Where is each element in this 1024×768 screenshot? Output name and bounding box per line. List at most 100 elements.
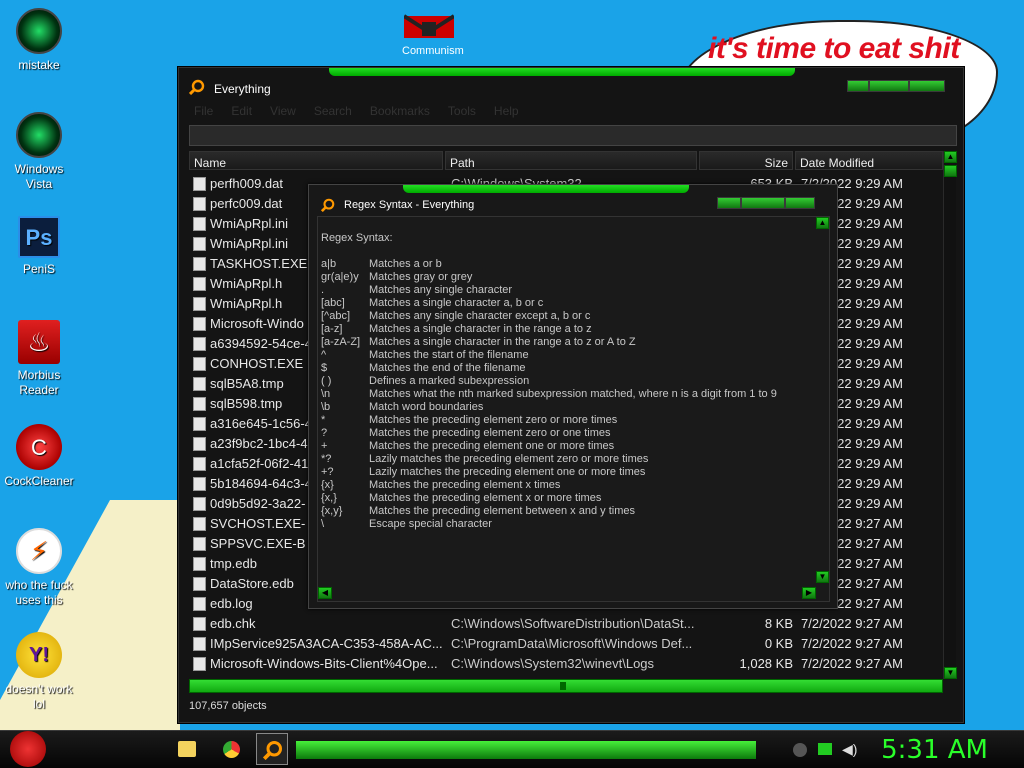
desktop-icon-penis[interactable]: Ps PeniS — [0, 216, 78, 277]
file-icon — [193, 217, 206, 231]
regex-entry: [a-zA-Z] Matches a single character in th… — [321, 336, 777, 349]
file-icon — [193, 517, 206, 531]
regex-entry: a|b Matches a or b — [321, 258, 777, 271]
scroll-down-button[interactable]: ▼ — [944, 667, 957, 679]
everything-taskbar-button[interactable] — [256, 733, 288, 765]
menu-tools[interactable]: Tools — [448, 104, 476, 120]
flag-icon — [402, 14, 456, 38]
dialog-scroll-down-button[interactable]: ▼ — [816, 571, 829, 583]
regex-entry: [^abc] Matches any single character excep… — [321, 310, 777, 323]
regex-token: {x} — [321, 479, 334, 491]
yahoo-messenger-icon: Y! — [16, 632, 62, 678]
desktop-icon-label: Windows Vista — [14, 162, 64, 191]
column-header-size[interactable]: Size — [699, 151, 793, 170]
regex-description: Matches a or b — [369, 258, 442, 270]
regex-entry: gr(a|e)y Matches gray or grey — [321, 271, 777, 284]
file-icon — [193, 657, 206, 671]
desktop-icon-who-uses-this[interactable]: ⚡ who the fuck uses this — [0, 528, 78, 608]
desktop-icon-cockcleaner[interactable]: C CockCleaner — [0, 424, 78, 489]
everything-window[interactable]: Everything File Edit View Search Bookmar… — [178, 67, 964, 723]
desktop-icon-label: mistake — [18, 58, 60, 72]
tray-expand-icon[interactable] — [793, 743, 807, 757]
file-icon — [193, 317, 206, 331]
dialog-minimize-button[interactable] — [717, 197, 741, 209]
file-explorer-icon[interactable] — [178, 741, 196, 757]
regex-entry: {x} Matches the preceding element x times — [321, 479, 777, 492]
regex-entry: \b Match word boundaries — [321, 401, 777, 414]
speech-bubble-text: it's time to eat shit — [708, 32, 960, 65]
dialog-close-button[interactable] — [785, 197, 815, 209]
table-row[interactable]: IMpService925A3ACA-C353-458A-AC... C:\Pro… — [189, 634, 943, 654]
regex-description: Matches a single character in the range … — [369, 336, 636, 348]
table-row[interactable]: Microsoft-Windows-Bits-Client%4Ope... C:\… — [189, 654, 943, 674]
regex-description: Matches the preceding element between x … — [369, 505, 635, 517]
chrome-icon[interactable] — [223, 741, 240, 758]
menu-edit[interactable]: Edit — [231, 104, 252, 120]
taskbar-clock[interactable]: 5:31 AM — [881, 735, 988, 765]
magnifier-icon — [262, 741, 282, 761]
column-header-path[interactable]: Path — [445, 151, 697, 170]
file-icon — [193, 637, 206, 651]
desktop-icon-label: who the fuck uses this — [5, 578, 73, 607]
menu-bookmarks[interactable]: Bookmarks — [370, 104, 430, 120]
menu-search[interactable]: Search — [314, 104, 352, 120]
regex-token: {x,} — [321, 492, 337, 504]
file-icon — [193, 537, 206, 551]
regex-text-area[interactable]: Regex Syntax: a|b Matches a or b gr(a|e)y M… — [317, 216, 830, 602]
regex-token: [a-zA-Z] — [321, 336, 361, 348]
regex-description: Matches a single character in the range … — [369, 323, 592, 335]
file-icon — [193, 557, 206, 571]
file-icon — [193, 297, 206, 311]
regex-token: ^ — [321, 349, 327, 361]
regex-syntax-dialog[interactable]: Regex Syntax - Everything Regex Syntax: … — [308, 184, 838, 609]
regex-entry-list: a|b Matches a or b gr(a|e)y Matches gray or… — [321, 258, 777, 531]
close-button[interactable] — [909, 80, 945, 92]
dialog-scroll-up-button[interactable]: ▲ — [816, 217, 829, 229]
regex-description: Matches what the nth marked subexpressio… — [369, 388, 777, 400]
dialog-maximize-button[interactable] — [741, 197, 785, 209]
desktop-icon-morbius-reader[interactable]: ♨ Morbius Reader — [0, 320, 78, 398]
volume-icon[interactable]: ◀) — [842, 741, 857, 758]
title-bar[interactable]: Everything — [179, 68, 963, 108]
regex-token: + — [321, 440, 328, 452]
regex-token: {x,y} — [321, 505, 343, 517]
scroll-up-button[interactable]: ▲ — [944, 151, 957, 163]
menu-help[interactable]: Help — [494, 104, 519, 120]
file-date: 7/2/2022 9:27 AM — [801, 636, 903, 651]
file-icon — [193, 277, 206, 291]
regex-entry: + Matches the preceding element one or mo… — [321, 440, 777, 453]
vertical-scrollbar[interactable]: ▲ ▼ — [943, 151, 957, 679]
cleaner-icon: C — [16, 424, 62, 470]
regex-description: Defines a marked subexpression — [369, 375, 530, 387]
regex-token: [a-z] — [321, 323, 343, 335]
regex-entry: {x,y} Matches the preceding element betwe… — [321, 505, 777, 518]
network-icon[interactable] — [818, 743, 832, 755]
dialog-scroll-right-button[interactable]: ▶ — [802, 587, 816, 599]
desktop-icon-windows-vista[interactable]: Windows Vista — [0, 112, 78, 192]
horizontal-scrollbar[interactable] — [189, 679, 943, 693]
column-header-date-modified[interactable]: Date Modified — [795, 151, 943, 170]
scroll-thumb[interactable] — [944, 165, 957, 177]
table-row[interactable]: edb.chk C:\Windows\SoftwareDistribution\D… — [189, 614, 943, 634]
column-header-name[interactable]: Name — [189, 151, 443, 170]
file-name: Microsoft-Windows-Bits-Client%4Ope... — [210, 656, 438, 671]
regex-token: \b — [321, 401, 331, 413]
desktop-icon-yahoo[interactable]: Y! doesn't work lol — [0, 632, 78, 712]
desktop-icon-label: doesn't work lol — [5, 682, 73, 711]
regex-token: . — [321, 284, 325, 296]
file-size: 0 KB — [764, 636, 793, 651]
menu-file[interactable]: File — [194, 104, 213, 120]
desktop-icon-communism[interactable]: Communism — [402, 12, 464, 57]
regex-token: [abc] — [321, 297, 345, 309]
search-input[interactable] — [189, 125, 957, 146]
regex-token: \ — [321, 518, 325, 530]
file-icon — [193, 377, 206, 391]
start-button-angry-bird-icon[interactable] — [10, 731, 46, 767]
file-size: 1,028 KB — [739, 656, 794, 671]
regex-description: Matches the preceding element x or more … — [369, 492, 602, 504]
menu-view[interactable]: View — [270, 104, 296, 120]
maximize-button[interactable] — [869, 80, 909, 92]
minimize-button[interactable] — [847, 80, 869, 92]
dialog-scroll-left-button[interactable]: ◀ — [318, 587, 332, 599]
desktop-icon-mistake[interactable]: mistake — [0, 8, 78, 73]
